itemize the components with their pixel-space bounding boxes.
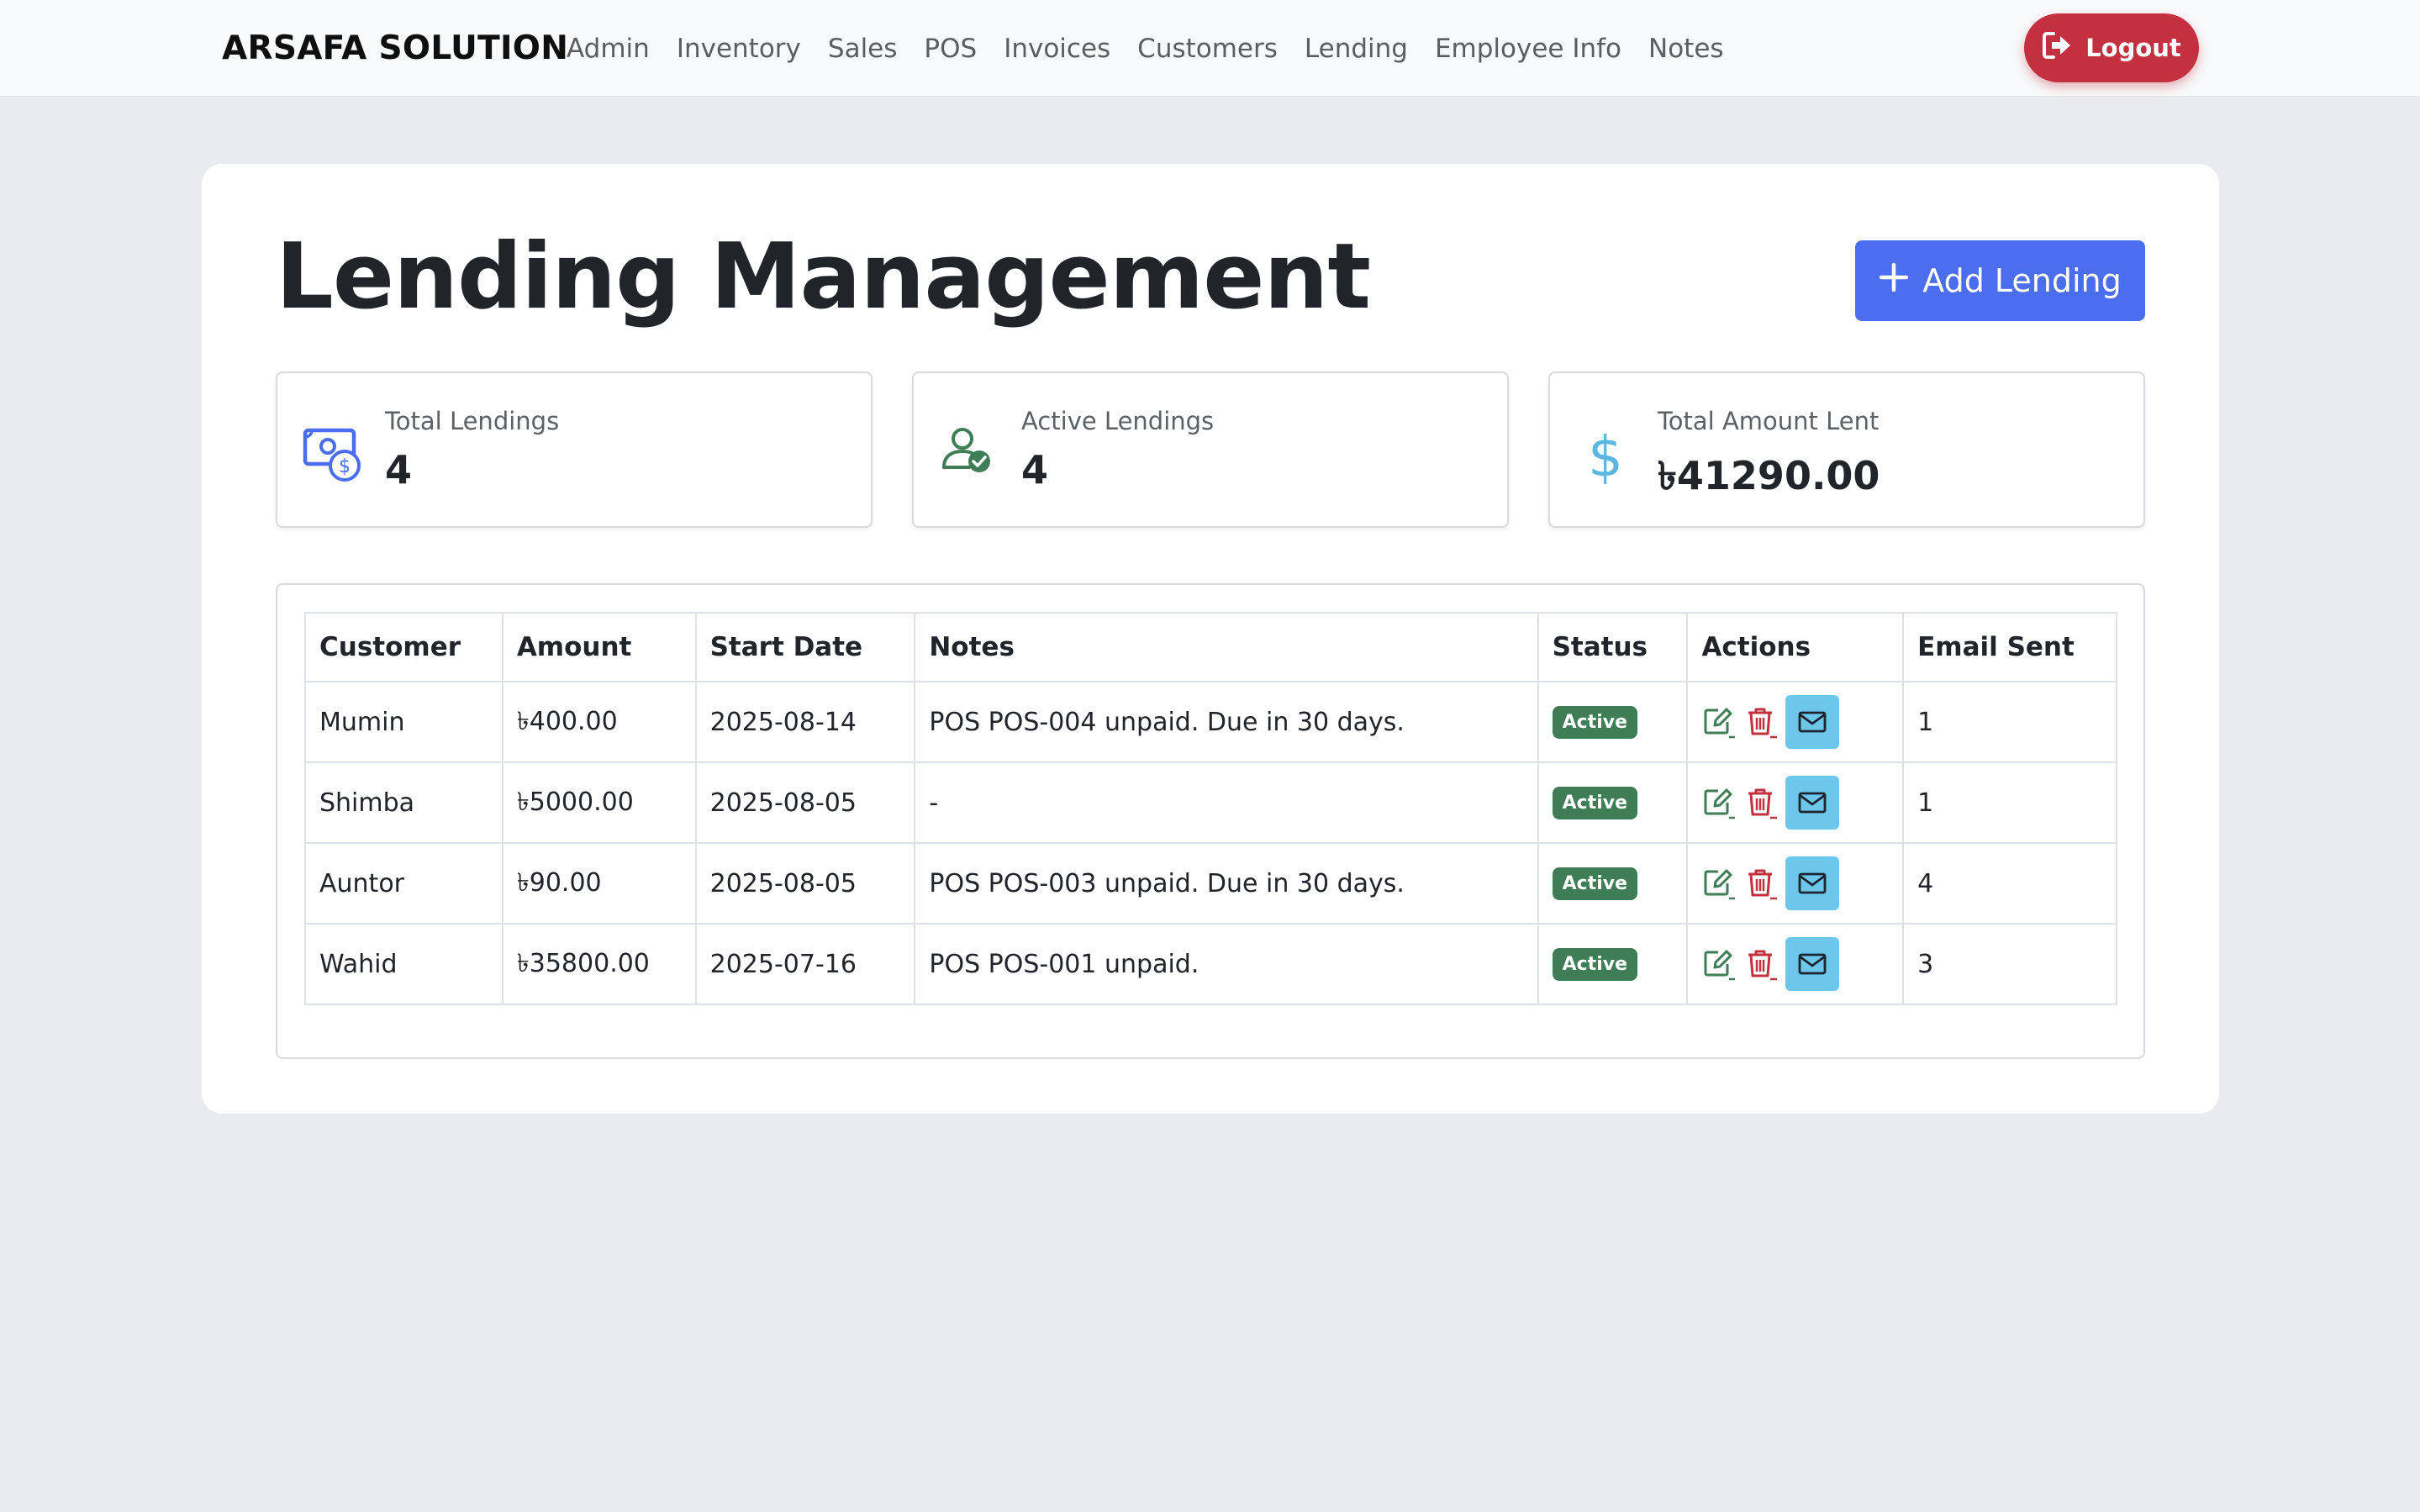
cell-email-sent: 3: [1902, 923, 2117, 1005]
nav-link-notes[interactable]: Notes: [1648, 34, 1724, 64]
column-header[interactable]: Notes: [914, 612, 1539, 682]
edit-icon[interactable]: [1701, 867, 1736, 900]
send-email-button[interactable]: [1785, 695, 1840, 749]
table-row: Wahid ৳35800.00 2025-07-16 POS POS-001 u…: [304, 923, 2117, 1005]
nav-link-invoices[interactable]: Invoices: [1004, 34, 1110, 64]
status-badge: Active: [1552, 867, 1637, 900]
trash-icon[interactable]: [1743, 947, 1778, 981]
brand-logo[interactable]: ARSAFA SOLUTION: [222, 0, 568, 97]
cell-actions: [1686, 761, 1905, 844]
cell-customer: Auntor: [304, 842, 504, 925]
svg-text:$: $: [339, 456, 351, 477]
trash-icon[interactable]: [1743, 705, 1778, 739]
cell-start-date: 2025-07-16: [694, 923, 916, 1005]
cell-customer: Shimba: [304, 761, 504, 844]
cell-actions: [1686, 923, 1905, 1005]
stat-value: ৳41290.00: [1658, 453, 1880, 498]
cell-customer: Wahid: [304, 923, 504, 1005]
table-row: Shimba ৳5000.00 2025-08-05 - Active 1: [304, 761, 2117, 844]
cell-amount: ৳35800.00: [501, 923, 697, 1005]
trash-icon[interactable]: [1743, 867, 1778, 900]
edit-icon[interactable]: [1701, 705, 1736, 739]
nav-link-inventory[interactable]: Inventory: [677, 34, 801, 64]
column-header[interactable]: Email Sent: [1902, 612, 2117, 682]
nav-links: Admin Inventory Sales POS Invoices Custo…: [567, 0, 1724, 97]
trash-icon[interactable]: [1743, 786, 1778, 819]
stat-label: Total Amount Lent: [1658, 407, 1880, 435]
cell-start-date: 2025-08-05: [694, 842, 916, 925]
edit-icon[interactable]: [1701, 786, 1736, 819]
cell-amount: ৳90.00: [501, 842, 697, 925]
envelope-icon: [1799, 953, 1827, 975]
nav-link-customers[interactable]: Customers: [1137, 34, 1278, 64]
cell-status: Active: [1537, 761, 1689, 844]
add-lending-label: Add Lending: [1922, 262, 2122, 299]
stat-label: Active Lendings: [1021, 407, 1215, 435]
logout-button[interactable]: Logout: [2024, 13, 2199, 82]
cell-notes: POS POS-003 unpaid. Due in 30 days.: [914, 842, 1539, 925]
top-navbar: ARSAFA SOLUTION Admin Inventory Sales PO…: [0, 0, 2420, 97]
envelope-icon: [1799, 711, 1827, 733]
cell-actions: [1686, 681, 1905, 763]
status-badge: Active: [1552, 787, 1637, 819]
nav-link-pos[interactable]: POS: [924, 34, 977, 64]
cell-status: Active: [1537, 681, 1689, 763]
cell-status: Active: [1537, 923, 1689, 1005]
send-email-button[interactable]: [1785, 776, 1840, 830]
nav-link-lending[interactable]: Lending: [1305, 34, 1408, 64]
column-header[interactable]: Customer: [304, 612, 504, 682]
stat-value: 4: [1021, 447, 1049, 493]
cell-notes: -: [914, 761, 1539, 844]
column-header[interactable]: Actions: [1686, 612, 1905, 682]
cell-amount: ৳400.00: [501, 681, 697, 763]
status-badge: Active: [1552, 948, 1637, 981]
user-check-icon: [939, 424, 999, 484]
column-header[interactable]: Amount: [501, 612, 697, 682]
stat-value: 4: [385, 447, 413, 493]
stat-card-active-lendings: Active Lendings 4: [912, 371, 1509, 528]
nav-link-employee-info[interactable]: Employee Info: [1435, 34, 1621, 64]
cell-customer: Mumin: [304, 681, 504, 763]
page-title: Lending Management: [276, 224, 1371, 329]
envelope-icon: [1799, 872, 1827, 894]
cell-notes: POS POS-004 unpaid. Due in 30 days.: [914, 681, 1539, 763]
cell-notes: POS POS-001 unpaid.: [914, 923, 1539, 1005]
column-header[interactable]: Start Date: [694, 612, 916, 682]
column-header[interactable]: Status: [1537, 612, 1689, 682]
status-badge: Active: [1552, 706, 1637, 739]
lending-panel: Lending Management Add Lending $ Total L…: [202, 164, 2219, 1114]
nav-link-sales[interactable]: Sales: [828, 34, 898, 64]
cell-start-date: 2025-08-14: [694, 681, 916, 763]
send-email-button[interactable]: [1785, 937, 1840, 991]
cell-email-sent: 4: [1902, 842, 2117, 925]
table-row: Mumin ৳400.00 2025-08-14 POS POS-004 unp…: [304, 681, 2117, 763]
money-bill-dollar-icon: $: [303, 424, 363, 484]
plus-icon: [1879, 262, 1909, 300]
cell-start-date: 2025-08-05: [694, 761, 916, 844]
sign-out-icon: [2042, 31, 2074, 66]
cell-actions: [1686, 842, 1905, 925]
cell-email-sent: 1: [1902, 681, 2117, 763]
cell-email-sent: 1: [1902, 761, 2117, 844]
dollar-icon: $: [1575, 424, 1636, 489]
lendings-table: Customer Amount Start Date Notes Status …: [304, 612, 2117, 1005]
lendings-table-card: Customer Amount Start Date Notes Status …: [276, 583, 2145, 1059]
cell-status: Active: [1537, 842, 1689, 925]
stat-card-total-amount: $ Total Amount Lent ৳41290.00: [1548, 371, 2145, 528]
svg-text:$: $: [1588, 424, 1623, 484]
table-header-row: Customer Amount Start Date Notes Status …: [304, 612, 2117, 682]
stat-label: Total Lendings: [385, 407, 560, 435]
cell-amount: ৳5000.00: [501, 761, 697, 844]
table-row: Auntor ৳90.00 2025-08-05 POS POS-003 unp…: [304, 842, 2117, 925]
add-lending-button[interactable]: Add Lending: [1855, 240, 2145, 321]
stat-card-total-lendings: $ Total Lendings 4: [276, 371, 873, 528]
edit-icon[interactable]: [1701, 947, 1736, 981]
logout-label: Logout: [2085, 34, 2181, 62]
envelope-icon: [1799, 792, 1827, 814]
send-email-button[interactable]: [1785, 856, 1840, 910]
nav-link-admin[interactable]: Admin: [567, 34, 650, 64]
